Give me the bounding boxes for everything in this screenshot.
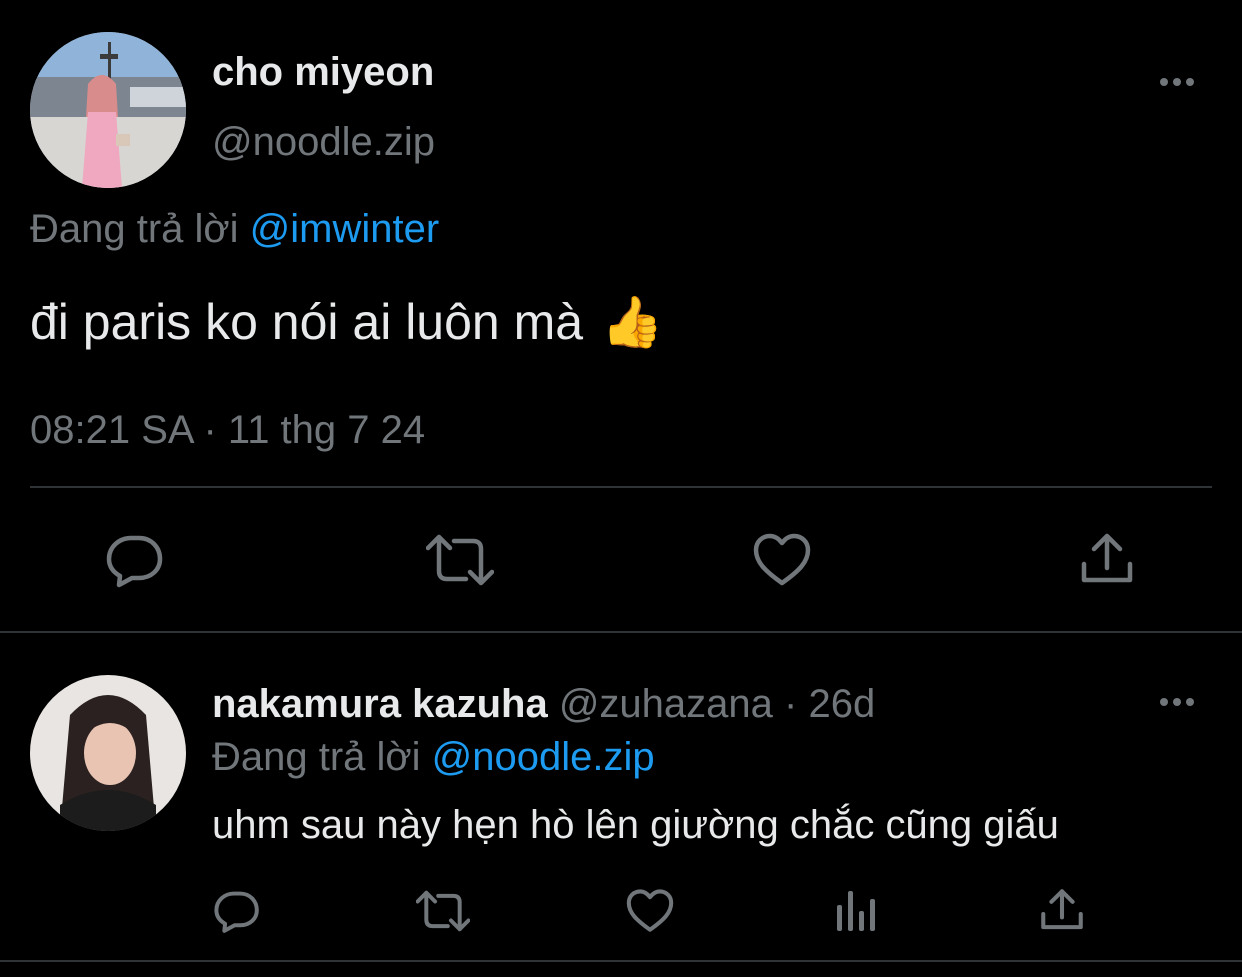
avatar[interactable] xyxy=(30,32,186,188)
user-handle[interactable]: @noodle.zip xyxy=(212,118,435,166)
tweet-timestamp[interactable]: 08:21 SA · 11 thg 7 24 xyxy=(30,406,425,454)
replying-prefix: Đang trả lời xyxy=(30,207,239,251)
avatar-photo xyxy=(30,32,186,188)
share-icon[interactable] xyxy=(1080,532,1134,586)
mention-link[interactable]: @imwinter xyxy=(250,207,440,251)
more-options-icon[interactable] xyxy=(1160,698,1194,706)
like-icon[interactable] xyxy=(626,889,674,933)
reply-header: nakamura kazuha @zuhazana · 26d xyxy=(212,680,875,728)
replying-to: Đang trả lời @imwinter xyxy=(30,205,439,253)
replying-to: Đang trả lời @noodle.zip xyxy=(212,733,655,781)
replying-prefix: Đang trả lời xyxy=(212,735,421,779)
more-options-icon[interactable] xyxy=(1160,78,1194,86)
avatar-photo xyxy=(30,675,186,831)
divider xyxy=(0,631,1242,633)
share-icon[interactable] xyxy=(1040,888,1084,932)
divider xyxy=(30,486,1212,488)
divider xyxy=(0,960,1242,962)
tweet-body: uhm sau này hẹn hò lên giường chắc cũng … xyxy=(212,803,1059,847)
thumbs-up-emoji: 👍 xyxy=(601,294,664,350)
display-name[interactable]: nakamura kazuha xyxy=(212,682,548,726)
tweet-text: đi paris ko nói ai luôn mà 👍 xyxy=(30,292,663,352)
retweet-icon[interactable] xyxy=(426,533,494,587)
retweet-icon[interactable] xyxy=(416,889,470,933)
like-icon[interactable] xyxy=(753,533,811,587)
user-handle-time[interactable]: @zuhazana · 26d xyxy=(559,682,875,726)
display-name[interactable]: cho miyeon xyxy=(212,48,434,96)
tweet-body: đi paris ko nói ai luôn mà xyxy=(30,294,584,350)
avatar[interactable] xyxy=(30,675,186,831)
reply-icon[interactable] xyxy=(214,888,260,934)
reply-icon[interactable] xyxy=(106,532,164,588)
views-icon[interactable] xyxy=(836,887,876,933)
mention-link[interactable]: @noodle.zip xyxy=(432,735,655,779)
